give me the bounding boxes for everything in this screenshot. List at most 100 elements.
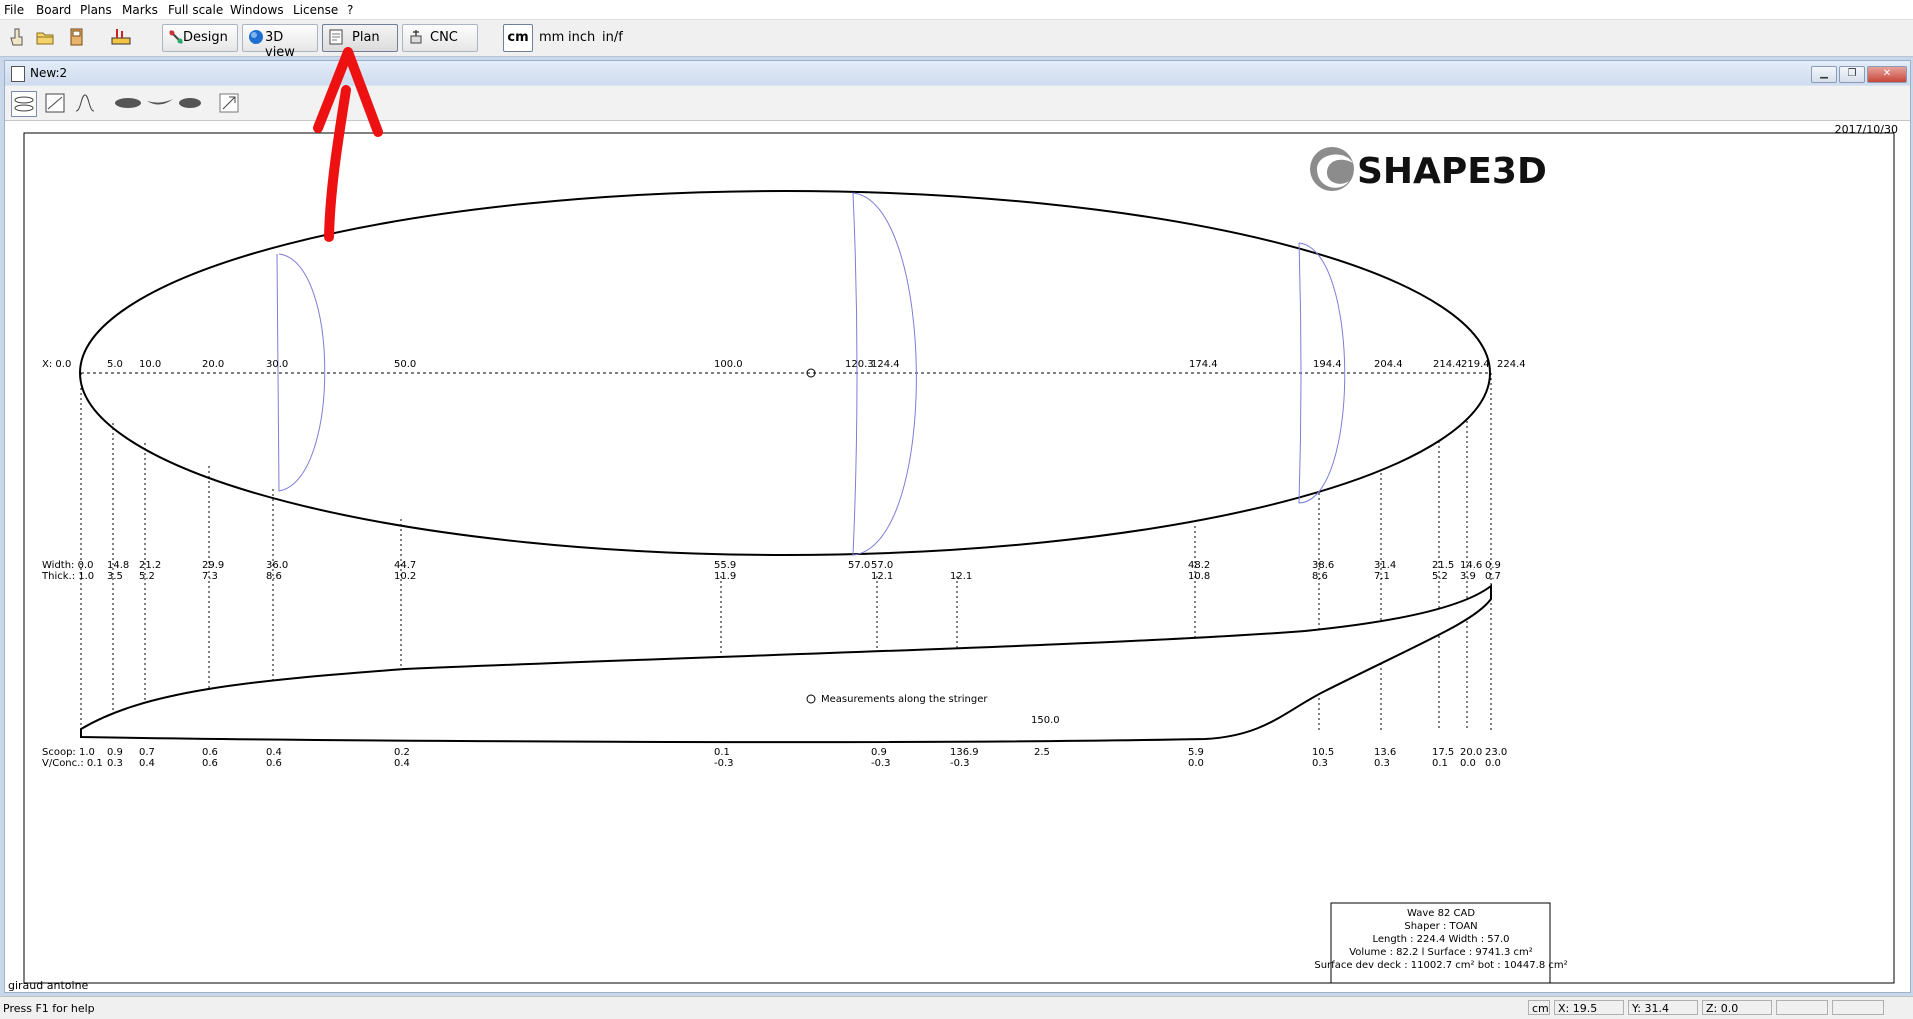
board-bottom-icon[interactable]	[113, 91, 143, 115]
x-label: 10.0	[139, 359, 161, 370]
x-label: 20.0	[202, 359, 224, 370]
menu-file[interactable]: File	[4, 3, 24, 17]
menu-marks[interactable]: Marks	[122, 3, 158, 17]
document-window: New:2 ▁ ❐ ✕ 2017/10/30 X: 0.0 5.0 10.0 2…	[4, 60, 1911, 993]
info-volume: Volume : 82.2 l Surface : 9741.3 cm²	[1349, 947, 1533, 958]
width-label: 57.0	[871, 560, 893, 571]
vconc-label: 0.3	[107, 758, 123, 769]
x-label: 219.4	[1461, 359, 1490, 370]
width-label: Width: 0.0	[42, 560, 94, 571]
x-label: 124.4	[871, 359, 900, 370]
vconc-label: 0.1	[1432, 758, 1448, 769]
main-toolbar: Design 3D view Plan CNC cm mm inch in/f	[0, 20, 1913, 60]
scoop-label: 13.6	[1374, 747, 1396, 758]
document-title-bar: New:2 ▁ ❐ ✕	[5, 61, 1910, 85]
cnc-label: CNC	[430, 30, 458, 45]
cnc-machine-icon	[410, 30, 422, 44]
vconc-label: 0.4	[139, 758, 155, 769]
scoop-label: 2.5	[1034, 747, 1050, 758]
vconc-label: -0.3	[871, 758, 891, 769]
vconc-label: 0.6	[202, 758, 218, 769]
thick-label: 3.5	[107, 571, 123, 582]
menu-windows[interactable]: Windows	[230, 3, 284, 17]
vconc-label: -0.3	[714, 758, 734, 769]
menu-plans[interactable]: Plans	[80, 3, 112, 17]
x-label: 204.4	[1374, 359, 1403, 370]
width-thickness-labels: Width: 0.0 Thick.: 1.0 14.8 3.5 21.2 5.2…	[41, 560, 1501, 582]
thick-label: Thick.: 1.0	[41, 571, 94, 582]
menu-help[interactable]: ?	[347, 3, 353, 17]
board-rocker-icon[interactable]	[145, 91, 175, 115]
scoop-label: 17.5	[1432, 747, 1454, 758]
thick-label: 12.1	[871, 571, 893, 582]
unit-mm-toggle[interactable]: mm	[539, 30, 564, 45]
width-label: 31.4	[1374, 560, 1396, 571]
book-icon[interactable]	[66, 26, 88, 48]
export-icon[interactable]	[217, 91, 241, 115]
scoop-label: 10.5	[1312, 747, 1334, 758]
measure-icon[interactable]	[110, 26, 132, 48]
plan-icon	[329, 29, 343, 45]
status-y: Y: 31.4	[1628, 1000, 1698, 1015]
thick-label: 5.2	[139, 571, 155, 582]
x-label: 50.0	[394, 359, 416, 370]
outline-view-icon[interactable]	[11, 91, 37, 117]
3d-view-label: 3D view	[265, 30, 295, 60]
status-help-text: Press F1 for help	[3, 1002, 95, 1015]
vconc-label: 0.3	[1312, 758, 1328, 769]
scoop-vconc-labels: Scoop: 1.0 V/Conc.: 0.1 0.9 0.3 0.7 0.4 …	[42, 747, 1507, 769]
sheet-border	[23, 132, 1895, 984]
scoop-label: 20.0	[1460, 747, 1482, 758]
board-section-icon[interactable]	[177, 91, 203, 115]
plan-button[interactable]: Plan	[322, 24, 398, 52]
unit-inch-toggle[interactable]: inch	[568, 30, 595, 45]
info-surface-dev: Surface dev deck : 11002.7 cm² bot : 104…	[1314, 960, 1567, 971]
x-label: 194.4	[1313, 359, 1342, 370]
thick-label: 8.6	[1312, 571, 1328, 582]
vconc-label: 0.0	[1460, 758, 1476, 769]
status-cell-empty	[1776, 1000, 1828, 1015]
plan-label: Plan	[352, 30, 380, 45]
menu-full-scale[interactable]: Full scale	[168, 3, 223, 17]
width-label: 0.9	[1485, 560, 1501, 571]
pointer-hand-icon[interactable]	[6, 26, 28, 48]
scoop-label: 0.2	[394, 747, 410, 758]
plan-author: giraud antoine	[8, 979, 89, 992]
maximize-button[interactable]: ❐	[1839, 66, 1865, 83]
globe-icon	[249, 30, 263, 44]
unit-cm-toggle[interactable]: cm	[503, 24, 533, 52]
3d-view-button[interactable]: 3D view	[242, 24, 318, 60]
close-button[interactable]: ✕	[1867, 66, 1907, 83]
scoop-label: 0.9	[107, 747, 123, 758]
scoop-label: Scoop: 1.0	[42, 747, 95, 758]
thick-label: 0.7	[1485, 571, 1501, 582]
status-unit: cm	[1528, 1000, 1550, 1015]
thick-label: 5.2	[1432, 571, 1448, 582]
width-label: 36.0	[266, 560, 288, 571]
cnc-button[interactable]: CNC	[402, 24, 478, 52]
thick-label: 10.2	[394, 571, 416, 582]
scoop-label: 0.7	[139, 747, 155, 758]
width-label: 21.2	[139, 560, 161, 571]
open-folder-icon[interactable]	[34, 26, 56, 48]
status-bar: Press F1 for help cm X: 19.5 Y: 31.4 Z: …	[0, 996, 1913, 1019]
width-label: 21.5	[1432, 560, 1454, 571]
scoop-label: 0.4	[266, 747, 282, 758]
section-curve-124	[852, 192, 917, 556]
width-label: 29.9	[202, 560, 224, 571]
unit-inf-toggle[interactable]: in/f	[602, 30, 623, 45]
curve-view-icon[interactable]	[73, 91, 97, 115]
design-button[interactable]: Design	[162, 24, 238, 52]
x-labels: X: 0.0 5.0 10.0 20.0 30.0 50.0 100.0 120…	[42, 359, 1526, 370]
x-label: 100.0	[714, 359, 743, 370]
menu-board[interactable]: Board	[36, 3, 71, 17]
sheet-view-icon[interactable]	[43, 91, 67, 115]
scoop-label: 0.9	[871, 747, 887, 758]
x-label: 174.4	[1189, 359, 1218, 370]
minimize-button[interactable]: ▁	[1811, 66, 1837, 83]
thick-label: 10.8	[1188, 571, 1210, 582]
document-title: New:2	[30, 66, 68, 80]
width-label: 57.0	[848, 560, 870, 571]
menu-license[interactable]: License	[293, 3, 338, 17]
vconc-label: 0.0	[1485, 758, 1501, 769]
